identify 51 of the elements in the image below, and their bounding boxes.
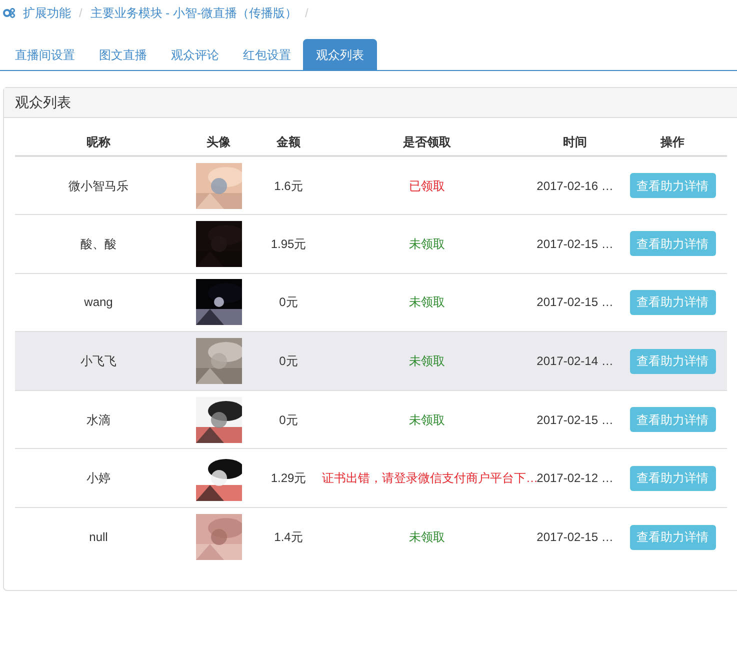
table-cell: 1.29元 (255, 448, 322, 508)
status-text: 未领取 (409, 354, 445, 368)
tab[interactable]: 直播间设置 (3, 39, 87, 70)
view-details-button[interactable]: 查看助力详情 (630, 173, 716, 198)
table-cell: 水滴 (15, 390, 182, 449)
breadcrumb-separator: / (79, 5, 82, 22)
status-text: 未领取 (409, 295, 445, 310)
tab[interactable]: 观众列表 (303, 39, 377, 70)
table-cell: 1.4元 (255, 508, 322, 566)
status-text: 证书出错，请登录微信支付商户平台下… (322, 471, 538, 486)
breadcrumb-link[interactable]: 扩展功能 (23, 4, 71, 22)
table-cell: 1.95元 (255, 214, 322, 274)
column-header: 昵称 (15, 128, 182, 156)
table-cell: 小飞飞 (15, 332, 182, 390)
column-header: 是否领取 (322, 128, 532, 156)
tab[interactable]: 图文直播 (87, 39, 159, 70)
breadcrumb-link[interactable]: 主要业务模块 - 小智-微直播（传播版） (90, 4, 298, 22)
table-cell: 微小智马乐 (15, 156, 182, 215)
gears-icon (3, 8, 15, 18)
view-details-button[interactable]: 查看助力详情 (630, 407, 716, 432)
table-cell: 0元 (255, 390, 322, 449)
table-cell: 0元 (255, 273, 322, 332)
table-cell: 2017-02-15 … (532, 508, 618, 566)
tab[interactable]: 观众评论 (159, 39, 231, 70)
column-header: 金额 (255, 128, 322, 156)
table-cell: 小婷 (15, 448, 182, 508)
table-cell: wang (15, 273, 182, 332)
view-details-button[interactable]: 查看助力详情 (630, 524, 716, 550)
view-details-button[interactable]: 查看助力详情 (630, 466, 716, 491)
table-cell: 2017-02-14 … (532, 332, 618, 390)
table-cell: null (15, 508, 182, 566)
table-cell: 2017-02-15 … (532, 273, 618, 332)
table-cell: 2017-02-16 … (532, 156, 618, 215)
table-cell: 2017-02-15 … (532, 214, 618, 274)
status-text: 未领取 (409, 412, 445, 427)
table-cell: 酸、酸 (15, 214, 182, 274)
panel-title: 观众列表 (15, 93, 71, 112)
tab[interactable]: 红包设置 (231, 39, 303, 70)
column-header: 头像 (182, 128, 255, 156)
table-cell: 0元 (255, 332, 322, 390)
table-cell: 1.6元 (255, 156, 322, 215)
status-text: 未领取 (409, 530, 445, 544)
view-details-button[interactable]: 查看助力详情 (630, 290, 716, 315)
status-text: 已领取 (409, 178, 445, 193)
column-header: 操作 (618, 128, 727, 156)
status-text: 未领取 (409, 236, 445, 251)
column-header: 时间 (532, 128, 618, 156)
table-cell: 2017-02-15 … (532, 390, 618, 449)
view-details-button[interactable]: 查看助力详情 (630, 348, 716, 374)
breadcrumb-separator: / (305, 5, 308, 22)
view-details-button[interactable]: 查看助力详情 (630, 231, 716, 256)
